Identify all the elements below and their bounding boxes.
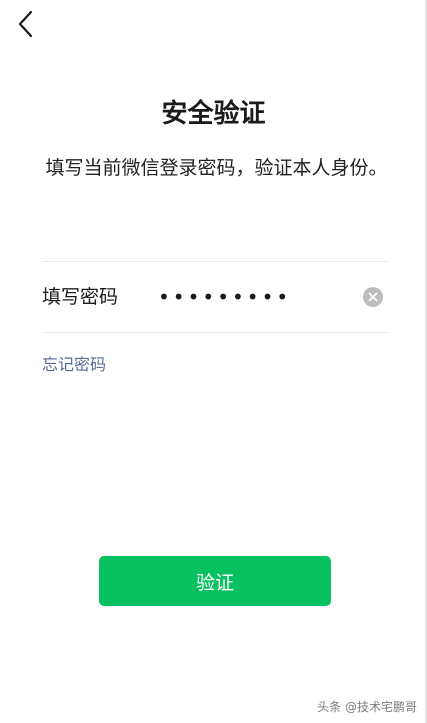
back-button[interactable] (10, 8, 42, 40)
password-field[interactable] (158, 280, 348, 314)
forgot-password-link[interactable]: 忘记密码 (42, 352, 106, 378)
field-divider-bottom (42, 332, 389, 333)
field-divider-top (42, 261, 389, 262)
chevron-left-icon (18, 10, 33, 38)
password-label: 填写密码 (42, 286, 119, 308)
clear-password-button[interactable] (363, 287, 383, 307)
verify-button[interactable]: 验证 (99, 556, 331, 606)
page-title: 安全验证 (161, 99, 266, 129)
clear-circle-icon (368, 292, 378, 302)
watermark: 头条 @技术宅鹏哥 (317, 700, 417, 714)
page-description: 填写当前微信登录密码，验证本人身份。 (45, 157, 388, 179)
